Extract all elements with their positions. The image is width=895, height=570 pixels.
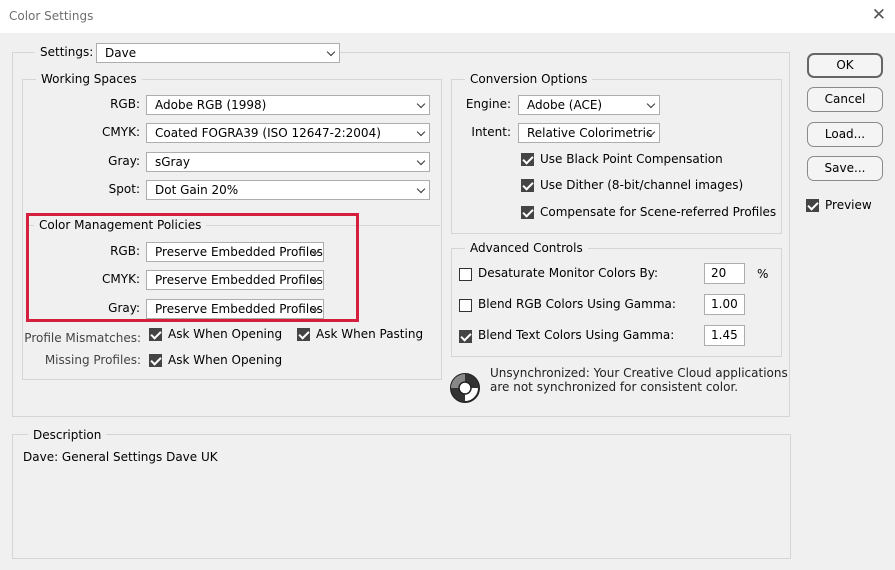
mismatch-ask-opening-label: Ask When Opening — [168, 327, 283, 341]
desaturate-label: Desaturate Monitor Colors By: — [478, 266, 659, 280]
save-button[interactable]: Save... — [807, 156, 883, 181]
description-text: Dave: General Settings Dave UK — [23, 450, 218, 464]
desaturate-input[interactable]: 20 — [704, 263, 745, 284]
blend-text-value: 1.45 — [711, 328, 738, 342]
dither-checkbox[interactable] — [521, 179, 534, 192]
settings-value: Dave — [105, 46, 137, 60]
scene-referred-checkbox[interactable] — [521, 206, 534, 219]
sync-note: Unsynchronized: Your Creative Cloud appl… — [490, 366, 790, 394]
ws-gray-label: Gray: — [108, 154, 140, 168]
profile-mismatches-label: Profile Mismatches: — [24, 331, 141, 345]
conversion-options-title: Conversion Options — [465, 72, 593, 86]
black-point-label: Use Black Point Compensation — [540, 152, 723, 166]
ws-cmyk-label: CMYK: — [102, 125, 140, 139]
ws-rgb-label: RGB: — [110, 97, 140, 111]
unsynchronized-icon — [450, 373, 480, 403]
chevron-down-icon — [326, 47, 336, 57]
blend-rgb-label: Blend RGB Colors Using Gamma: — [478, 297, 676, 311]
cancel-button[interactable]: Cancel — [807, 87, 883, 112]
ws-spot-label: Spot: — [108, 182, 140, 196]
missing-ask-opening-checkbox[interactable] — [149, 354, 162, 367]
sync-note-line1: Unsynchronized: Your Creative Cloud appl… — [490, 366, 788, 380]
intent-dropdown[interactable]: Relative Colorimetric — [518, 123, 660, 143]
blend-text-checkbox[interactable] — [459, 330, 472, 343]
window-title: Color Settings — [9, 9, 94, 23]
preview-checkbox[interactable] — [806, 199, 819, 212]
ws-spot-value: Dot Gain 20% — [155, 183, 239, 197]
engine-dropdown[interactable]: Adobe (ACE) — [518, 95, 660, 115]
missing-ask-opening-label: Ask When Opening — [168, 353, 283, 367]
engine-value: Adobe (ACE) — [527, 98, 603, 112]
ws-gray-dropdown[interactable]: sGray — [146, 152, 430, 172]
ws-cmyk-value: Coated FOGRA39 (ISO 12647-2:2004) — [155, 126, 381, 140]
load-button[interactable]: Load... — [807, 122, 883, 147]
ws-spot-dropdown[interactable]: Dot Gain 20% — [146, 180, 430, 200]
chevron-down-icon — [416, 184, 426, 194]
dither-label: Use Dither (8-bit/channel images) — [540, 178, 744, 192]
scene-referred-label: Compensate for Scene-referred Profiles — [540, 205, 777, 219]
blend-text-label: Blend Text Colors Using Gamma: — [478, 328, 675, 342]
mismatch-ask-pasting-label: Ask When Pasting — [316, 327, 424, 341]
sync-note-line2: are not synchronized for consistent colo… — [490, 380, 739, 394]
preview-label: Preview — [825, 198, 872, 212]
blend-rgb-value: 1.00 — [711, 297, 738, 311]
intent-label: Intent: — [471, 125, 511, 139]
settings-dropdown[interactable]: Dave — [96, 43, 340, 63]
working-spaces-title: Working Spaces — [36, 72, 142, 86]
description-title: Description — [28, 428, 107, 442]
blend-rgb-input[interactable]: 1.00 — [704, 294, 745, 315]
desaturate-checkbox[interactable] — [459, 268, 472, 281]
black-point-checkbox[interactable] — [521, 153, 534, 166]
ws-gray-value: sGray — [155, 155, 190, 169]
engine-label: Engine: — [465, 97, 511, 111]
ws-rgb-dropdown[interactable]: Adobe RGB (1998) — [146, 95, 430, 115]
missing-profiles-label: Missing Profiles: — [44, 353, 141, 367]
settings-label: Settings: — [35, 45, 99, 59]
intent-value: Relative Colorimetric — [527, 126, 653, 140]
chevron-down-icon — [416, 156, 426, 166]
policies-highlight-box — [26, 213, 359, 322]
desaturate-unit: % — [757, 267, 769, 281]
chevron-down-icon — [416, 127, 426, 137]
title-bar: Color Settings ✕ — [0, 0, 895, 33]
advanced-controls-title: Advanced Controls — [465, 241, 588, 255]
ws-cmyk-dropdown[interactable]: Coated FOGRA39 (ISO 12647-2:2004) — [146, 123, 430, 143]
ok-button[interactable]: OK — [807, 53, 883, 78]
chevron-down-icon — [416, 99, 426, 109]
blend-rgb-checkbox[interactable] — [459, 299, 472, 312]
ws-rgb-value: Adobe RGB (1998) — [155, 98, 267, 112]
blend-text-input[interactable]: 1.45 — [704, 325, 745, 346]
chevron-down-icon — [646, 99, 656, 109]
mismatch-ask-pasting-checkbox[interactable] — [297, 328, 310, 341]
close-icon[interactable]: ✕ — [872, 5, 886, 25]
desaturate-value: 20 — [711, 266, 727, 280]
mismatch-ask-opening-checkbox[interactable] — [149, 328, 162, 341]
